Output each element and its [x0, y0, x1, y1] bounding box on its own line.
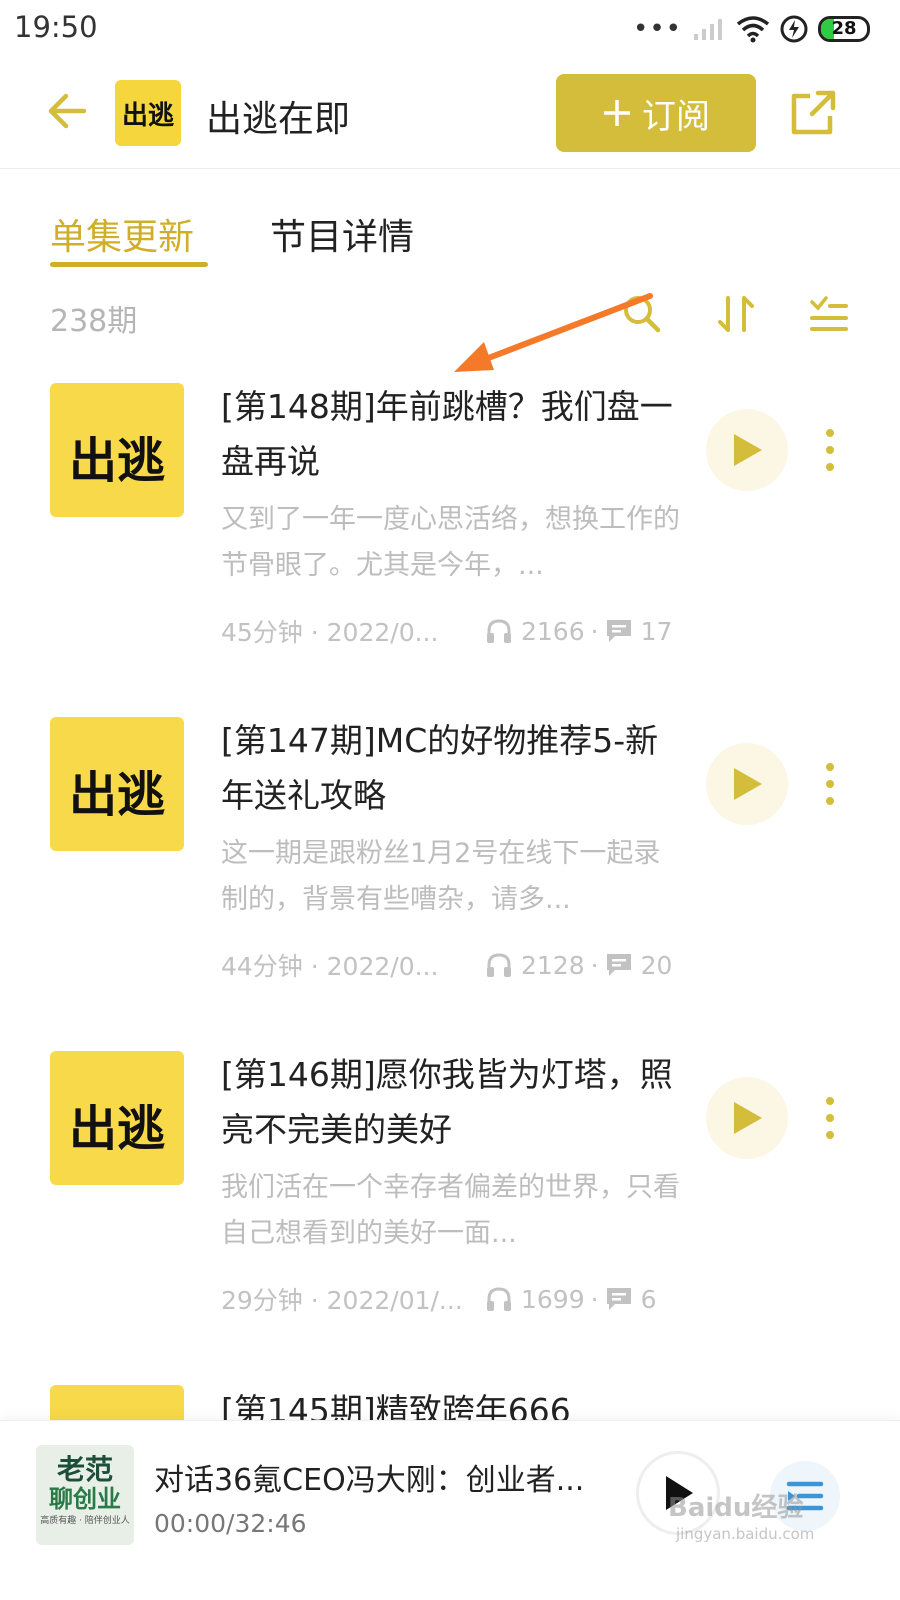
episode-count: 238期 [50, 304, 138, 339]
play-button[interactable] [706, 1077, 788, 1159]
subscribe-label: 订阅 [642, 96, 710, 137]
player-cover-line2: 聊创业 [49, 1485, 121, 1513]
episode-cover [50, 1385, 184, 1421]
podcast-page: 19:50 ••• 28 出逃 出逃在即 订阅 单集更新 节目详情 238期 出… [0, 0, 900, 1600]
episode-meta: 45分钟 · 2022/0... 2166 · 17 [221, 613, 691, 649]
episode-comments: 17 [640, 616, 673, 646]
player-cover: 老范 聊创业 高质有趣 · 陪伴创业人 [36, 1445, 134, 1545]
episode-plays: 2166 [521, 616, 585, 646]
episode-item[interactable]: 出逃 [第148期]年前跳槽？我们盘一盘再说 又到了一年一度心思活络，想换工作的… [0, 383, 900, 717]
podcast-cover-text: 出逃 [121, 100, 174, 131]
episode-title[interactable]: [第148期]年前跳槽？我们盘一盘再说 [221, 379, 691, 489]
status-bar: 19:50 ••• 28 [0, 0, 900, 64]
episode-description: 又到了一年一度心思活络，想换工作的节骨眼了。尤其是今年，... [221, 504, 680, 581]
sort-icon[interactable] [714, 292, 758, 336]
battery-indicator: 28 [818, 16, 870, 42]
page-title: 出逃在即 [206, 99, 351, 140]
headphones-icon [487, 953, 511, 977]
episode-item[interactable]: 出逃 [第146期]愿你我皆为灯塔，照亮不完美的美好 我们活在一个幸存者偏差的世… [0, 1051, 900, 1385]
episode-plays: 2128 [521, 950, 585, 980]
episode-comments: 20 [640, 950, 673, 980]
episode-duration-date: 29分钟 · 2022/01/... [221, 1286, 463, 1315]
wifi-icon [736, 16, 770, 43]
episode-cover-text: 出逃 [68, 767, 165, 823]
status-icons: ••• 28 [633, 14, 870, 44]
episode-comments: 6 [640, 1284, 657, 1314]
share-icon[interactable] [788, 88, 838, 138]
status-time: 19:50 [14, 10, 98, 44]
more-options-icon[interactable] [818, 759, 842, 809]
episode-duration-date: 45分钟 · 2022/0... [221, 618, 439, 647]
comment-icon [606, 620, 631, 642]
episode-description: 这一期是跟粉丝1月2号在线下一起录制的，背景有些嘈杂，请多... [221, 838, 661, 915]
watermark-url: jingyan.baidu.com [676, 1525, 815, 1543]
episode-description: 我们活在一个幸存者偏差的世界，只看自己想看到的美好一面... [221, 1172, 680, 1249]
player-time: 00:00/32:46 [154, 1509, 307, 1538]
tab-bar: 单集更新 节目详情 [0, 200, 900, 280]
active-tab-indicator [50, 262, 208, 267]
play-button[interactable] [706, 743, 788, 825]
watermark-text: Baidu经验 [668, 1493, 804, 1523]
subscribe-button[interactable]: 订阅 [556, 74, 756, 152]
play-icon [734, 768, 762, 800]
episode-cover: 出逃 [50, 1051, 184, 1185]
podcast-cover: 出逃 [115, 80, 181, 146]
episode-title[interactable]: [第146期]愿你我皆为灯塔，照亮不完美的美好 [221, 1047, 691, 1157]
meta-separator: · [590, 1284, 599, 1314]
more-options-icon[interactable] [818, 425, 842, 475]
plus-icon [604, 100, 630, 126]
headphones-icon [487, 619, 511, 643]
mini-player[interactable]: 老范 聊创业 高质有趣 · 陪伴创业人 对话36氪CEO冯大刚：创业者... 0… [0, 1420, 900, 1600]
battery-level: 28 [831, 18, 857, 39]
episode-meta: 44分钟 · 2022/0... 2128 · 20 [221, 947, 691, 983]
meta-separator: · [590, 950, 599, 980]
episode-duration-date: 44分钟 · 2022/0... [221, 952, 439, 981]
meta-separator: · [590, 616, 599, 646]
play-button[interactable] [706, 409, 788, 491]
player-title[interactable]: 对话36氪CEO冯大刚：创业者... [154, 1455, 594, 1499]
batch-select-icon[interactable] [806, 292, 850, 336]
charging-icon [780, 15, 808, 43]
episode-cover: 出逃 [50, 717, 184, 851]
play-icon [734, 434, 762, 466]
tab-details[interactable]: 节目详情 [270, 208, 414, 260]
comment-icon [606, 1288, 631, 1310]
comment-icon [606, 954, 631, 976]
more-dots-icon: ••• [632, 14, 682, 44]
episode-item[interactable]: [第145期]精致跨年666 [0, 1385, 900, 1421]
more-options-icon[interactable] [818, 1093, 842, 1143]
header-bar: 出逃 出逃在即 订阅 [0, 64, 900, 169]
episode-title[interactable]: [第145期]精致跨年666 [221, 1385, 691, 1421]
episode-meta: 29分钟 · 2022/01/... 1699 · 6 [221, 1281, 691, 1317]
episode-item[interactable]: 出逃 [第147期]MC的好物推荐5-新年送礼攻略 这一期是跟粉丝1月2号在线下… [0, 717, 900, 1051]
play-icon [734, 1102, 762, 1134]
episode-plays: 1699 [521, 1284, 585, 1314]
search-icon[interactable] [620, 292, 664, 336]
episode-title[interactable]: [第147期]MC的好物推荐5-新年送礼攻略 [221, 713, 691, 823]
back-arrow-icon[interactable] [44, 86, 94, 136]
signal-icon [694, 19, 722, 40]
episode-cover-text: 出逃 [68, 1101, 165, 1157]
player-cover-line3: 高质有趣 · 陪伴创业人 [40, 1516, 130, 1526]
headphones-icon [487, 1287, 511, 1311]
episode-cover: 出逃 [50, 383, 184, 517]
player-cover-line1: 老范 [56, 1453, 113, 1486]
tab-episodes[interactable]: 单集更新 [50, 208, 194, 260]
episode-cover-text: 出逃 [68, 433, 165, 489]
